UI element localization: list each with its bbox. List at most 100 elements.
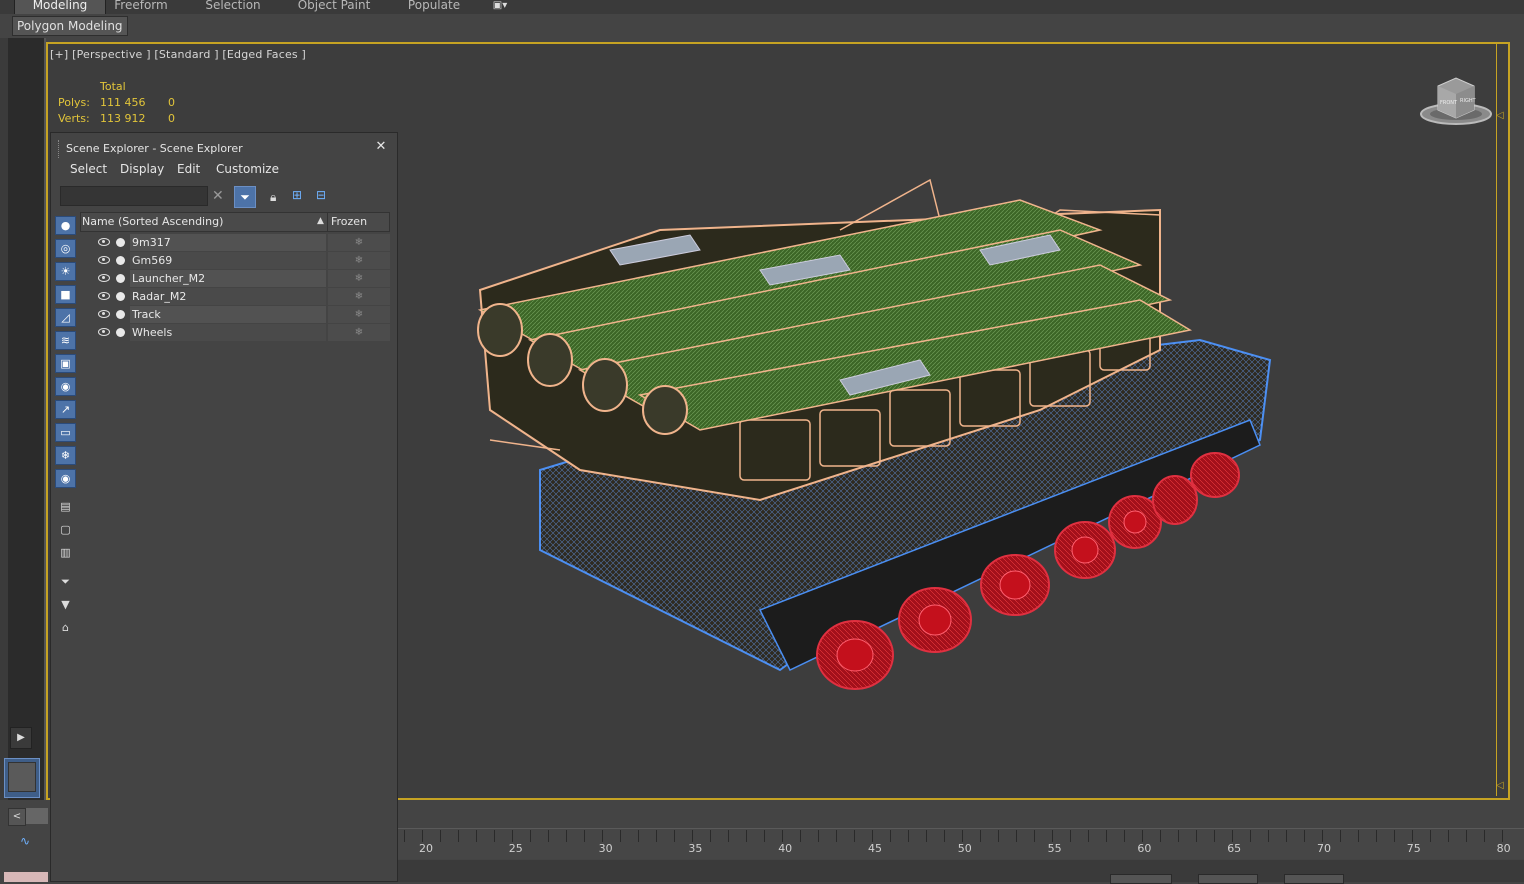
timeline-tick-label: 40	[778, 842, 793, 855]
timeline-tick-mark	[1448, 830, 1449, 842]
safe-frame-line	[1496, 44, 1497, 796]
timeline-tick-mark	[818, 830, 819, 842]
display-hidden-icon[interactable]: ◉	[55, 469, 76, 488]
visibility-eye-icon[interactable]	[98, 256, 110, 264]
coord-x-field[interactable]	[1110, 874, 1172, 884]
tab-object-paint[interactable]: Object Paint	[292, 0, 376, 14]
display-groups-icon[interactable]: ▣	[55, 354, 76, 373]
timeline-tick-mark	[962, 830, 963, 842]
hierarchy-icon[interactable]: ⊞	[292, 188, 302, 202]
scene-explorer-title: Scene Explorer - Scene Explorer	[66, 142, 243, 155]
tab-selection[interactable]: Selection	[196, 0, 270, 14]
viewport-marker-top-icon: ◁	[1496, 110, 1504, 121]
key-mode-indicator[interactable]	[4, 872, 48, 882]
lock-icon[interactable]: 🔒︎	[270, 190, 276, 205]
clear-search-icon[interactable]: ✕	[212, 188, 224, 204]
menu-edit[interactable]: Edit	[177, 162, 200, 176]
frozen-snowflake-icon[interactable]: ❄	[328, 270, 390, 287]
display-geometry-icon[interactable]: ●	[55, 216, 76, 235]
object-geometry-icon	[116, 238, 125, 247]
object-name: 9m317	[132, 236, 171, 249]
timeline-tick-mark	[1322, 830, 1323, 842]
display-frozen-icon[interactable]: ❄	[55, 446, 76, 465]
expand-arrow-icon[interactable]: ▶	[10, 727, 32, 749]
object-geometry-icon	[116, 310, 125, 319]
timeline-tick-mark	[1196, 830, 1197, 842]
curve-editor-icon[interactable]: ∿	[20, 834, 30, 848]
layer-icon[interactable]: ⌂	[55, 619, 76, 638]
coord-y-field[interactable]	[1198, 874, 1258, 884]
display-shapes-icon[interactable]: ◎	[55, 239, 76, 258]
list-item[interactable]: Launcher_M2 ❄	[80, 270, 390, 288]
visibility-eye-icon[interactable]	[98, 310, 110, 318]
display-none-icon[interactable]: ▢	[55, 521, 76, 540]
display-invert-icon[interactable]: ▥	[55, 544, 76, 563]
visibility-eye-icon[interactable]	[98, 328, 110, 336]
column-name-header[interactable]: Name (Sorted Ascending)	[82, 215, 223, 228]
tab-modeling[interactable]: Modeling	[14, 0, 106, 14]
timeline-tick-mark	[1232, 830, 1233, 842]
tab-populate[interactable]: Populate	[402, 0, 466, 14]
menu-select[interactable]: Select	[70, 162, 107, 176]
display-cameras-icon[interactable]: ■	[55, 285, 76, 304]
visibility-eye-icon[interactable]	[98, 238, 110, 246]
sort-ascending-icon[interactable]: ▲	[317, 216, 324, 226]
timeline-tick-mark	[1160, 830, 1161, 842]
frozen-snowflake-icon[interactable]: ❄	[328, 324, 390, 341]
display-lights-icon[interactable]: ☀	[55, 262, 76, 281]
object-geometry-icon	[116, 328, 125, 337]
list-item[interactable]: Gm569 ❄	[80, 252, 390, 270]
object-name: Radar_M2	[132, 290, 187, 303]
sam-launcher-model[interactable]	[460, 170, 1280, 720]
frozen-snowflake-icon[interactable]: ❄	[328, 234, 390, 251]
timeline-tick-mark	[548, 830, 549, 842]
timeline-tick-mark	[944, 830, 945, 842]
timeline-tick-mark	[1106, 830, 1107, 842]
visibility-eye-icon[interactable]	[98, 292, 110, 300]
display-containers-icon[interactable]: ▭	[55, 423, 76, 442]
ribbon-options-dropdown-icon[interactable]: ▣▾	[486, 0, 514, 14]
frozen-snowflake-icon[interactable]: ❄	[328, 252, 390, 269]
scrollbar-thumb[interactable]	[26, 808, 48, 824]
tab-freeform[interactable]: Freeform	[106, 0, 176, 14]
display-helpers-icon[interactable]: ◿	[55, 308, 76, 327]
scene-explorer-menu: Select Display Edit Customize	[52, 162, 396, 182]
hierarchy-collapse-icon[interactable]: ⊟	[316, 188, 326, 202]
timeline-tick-mark	[530, 830, 531, 842]
display-all-icon[interactable]: ▤	[55, 498, 76, 517]
timeline-tick-mark	[908, 830, 909, 842]
coord-z-field[interactable]	[1284, 874, 1344, 884]
timeline-tick-mark	[926, 830, 927, 842]
filter-icon[interactable]: ▼	[55, 596, 76, 615]
frozen-snowflake-icon[interactable]: ❄	[328, 306, 390, 323]
scroll-left-icon[interactable]: <	[8, 808, 26, 826]
column-frozen-header[interactable]: Frozen	[331, 215, 367, 228]
object-geometry-icon	[116, 292, 125, 301]
timeline-tick-label: 70	[1317, 842, 1331, 855]
filter-active-icon[interactable]: ⏷	[234, 186, 256, 208]
filter-toggle-icon[interactable]: ⏷	[55, 573, 76, 592]
display-bones-icon[interactable]: ↗	[55, 400, 76, 419]
polygon-modeling-button[interactable]: Polygon Modeling	[12, 16, 128, 36]
list-item[interactable]: Track ❄	[80, 306, 390, 324]
menu-customize[interactable]: Customize	[216, 162, 279, 176]
timeline-tick-mark	[1286, 830, 1287, 842]
frozen-snowflake-icon[interactable]: ❄	[328, 288, 390, 305]
display-xrefs-icon[interactable]: ◉	[55, 377, 76, 396]
viewcube-right-label: RIGHT	[1460, 98, 1477, 104]
list-item[interactable]: 9m317 ❄	[80, 234, 390, 252]
display-spacewarps-icon[interactable]: ≋	[55, 331, 76, 350]
left-edge	[0, 38, 8, 800]
list-item[interactable]: Radar_M2 ❄	[80, 288, 390, 306]
timeline-tick-mark	[872, 830, 873, 842]
timeline-tick-label: 80	[1496, 842, 1511, 855]
menu-display[interactable]: Display	[120, 162, 164, 176]
visibility-eye-icon[interactable]	[98, 274, 110, 282]
search-input[interactable]	[60, 186, 208, 206]
viewport-label[interactable]: [+] [Perspective ] [Standard ] [Edged Fa…	[50, 48, 306, 61]
viewcube-icon[interactable]: FRONT RIGHT	[1416, 74, 1496, 134]
close-icon[interactable]: ✕	[374, 140, 388, 154]
status-bar	[398, 860, 1524, 882]
list-item[interactable]: Wheels ❄	[80, 324, 390, 342]
panel-grip[interactable]	[58, 140, 61, 158]
